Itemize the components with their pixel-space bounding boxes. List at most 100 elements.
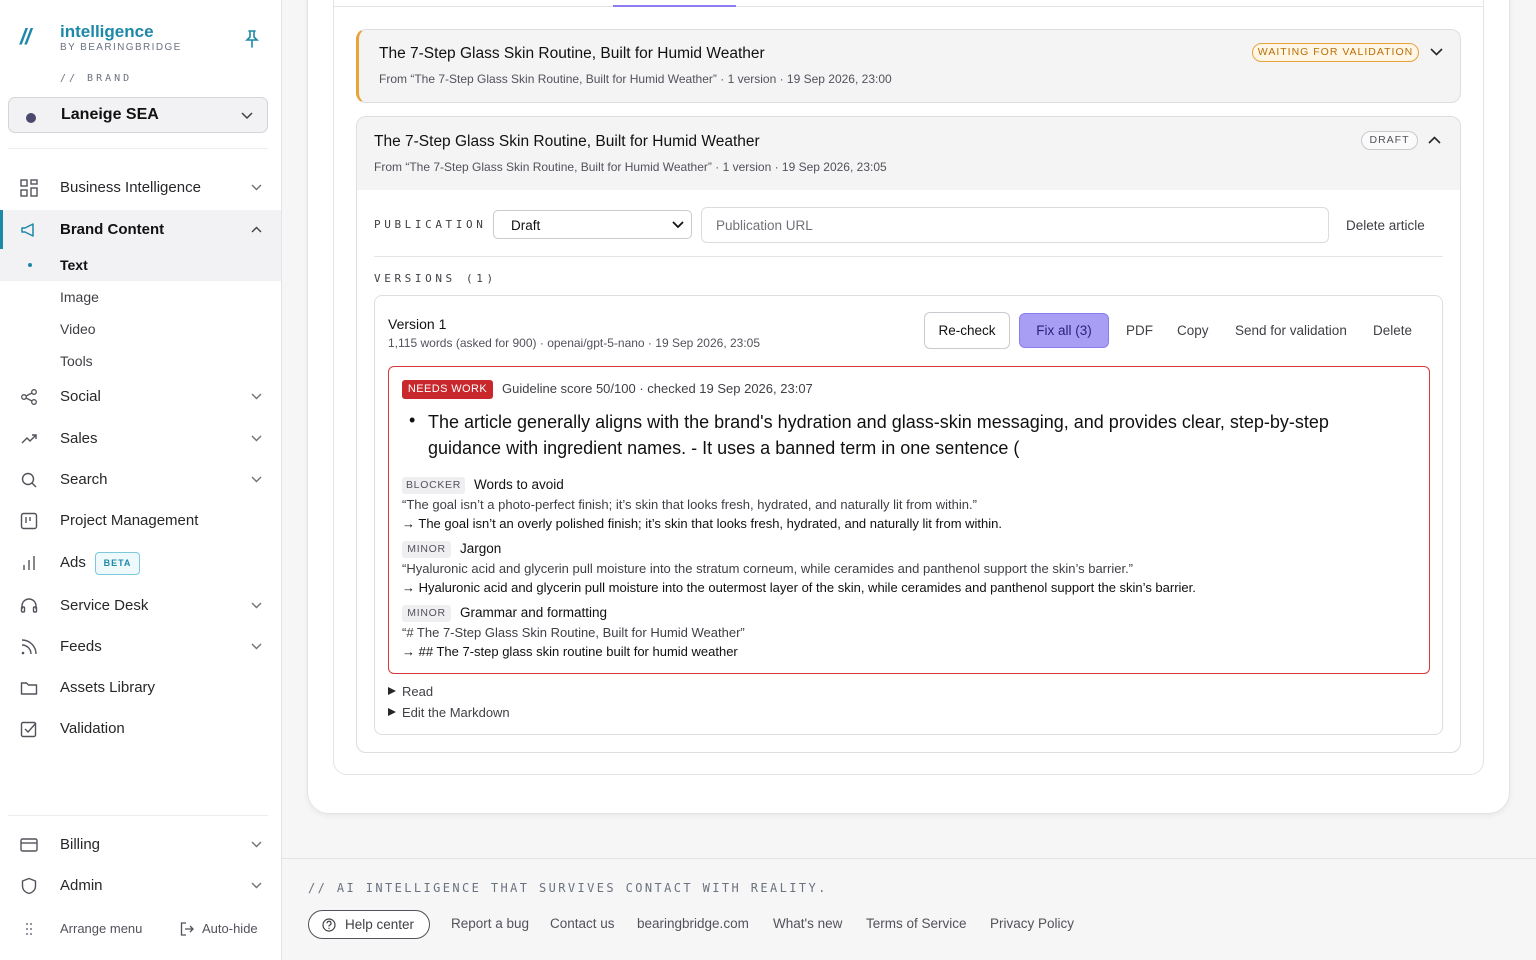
nav-social[interactable]: Social [0, 377, 281, 417]
subnav-image[interactable]: Image [0, 281, 281, 313]
copy-button[interactable]: Copy [1177, 323, 1209, 338]
nav-label: Admin [60, 877, 103, 894]
logout-icon [180, 922, 194, 936]
severity-badge: MINOR [402, 541, 451, 558]
status-badge: WAITING FOR VALIDATION [1252, 43, 1419, 62]
delete-article-button[interactable]: Delete article [1346, 218, 1425, 233]
nav-brand-content[interactable]: Brand Content [0, 210, 281, 250]
brand-selector[interactable]: Laneige SEA [8, 97, 268, 133]
publication-url-input[interactable] [701, 207, 1329, 243]
caret-right-icon [388, 687, 396, 695]
issue-name: Jargon [460, 541, 502, 556]
chevron-down-icon[interactable] [1430, 48, 1443, 56]
whats-new-link[interactable]: What's new [773, 916, 842, 931]
share-icon [21, 389, 37, 405]
nav-label: Feeds [60, 638, 102, 655]
subnav-label: Video [60, 321, 96, 337]
help-center-label: Help center [345, 917, 415, 932]
chevron-down-icon [251, 393, 262, 400]
edit-markdown-toggle[interactable]: Edit the Markdown [402, 705, 510, 720]
nav-label: Service Desk [60, 597, 149, 614]
issue-quote: “# The 7-Step Glass Skin Routine, Built … [402, 625, 745, 640]
version-title: Version 1 [388, 316, 447, 332]
checkbox-icon [20, 721, 37, 738]
nav-assets-library[interactable]: Assets Library [0, 668, 281, 708]
article-card[interactable]: The 7-Step Glass Skin Routine, Built for… [356, 29, 1461, 103]
subnav-text[interactable]: Text [0, 249, 281, 281]
subnav-tools[interactable]: Tools [0, 345, 281, 377]
select-value: Draft [511, 218, 541, 233]
subnav-video[interactable]: Video [0, 313, 281, 345]
credit-card-icon [20, 838, 38, 852]
divider [374, 256, 1443, 257]
website-link[interactable]: bearingbridge.com [637, 916, 749, 931]
article-meta: From “The 7-Step Glass Skin Routine, Bui… [374, 160, 887, 174]
recheck-button[interactable]: Re-check [924, 312, 1010, 349]
nav-label: Business Intelligence [60, 179, 201, 196]
subnav-label: Text [60, 257, 88, 273]
footer [282, 858, 1536, 960]
nav-ads[interactable]: Ads [0, 543, 281, 583]
versions-label: VERSIONS (1) [374, 272, 497, 285]
nav-label: Assets Library [60, 679, 156, 696]
pdf-button[interactable]: PDF [1126, 323, 1153, 338]
chevron-down-icon [251, 882, 262, 889]
nav-admin[interactable]: Admin [0, 866, 281, 906]
publication-status-select[interactable]: Draft [493, 210, 692, 239]
active-tab-indicator [613, 5, 736, 7]
terms-link[interactable]: Terms of Service [866, 916, 967, 931]
nav-service-desk[interactable]: Service Desk [0, 586, 281, 626]
logo[interactable]: // intelligence BY BEARINGBRIDGE [20, 22, 265, 58]
chevron-down-icon [251, 184, 262, 191]
auto-hide-button[interactable]: Auto-hide [202, 921, 258, 936]
nav-label: Billing [60, 836, 101, 853]
issue-quote: “Hyaluronic acid and glycerin pull moist… [402, 561, 1134, 576]
delete-version-button[interactable]: Delete [1373, 323, 1412, 338]
help-center-button[interactable]: Help center [308, 910, 430, 939]
send-for-validation-button[interactable]: Send for validation [1235, 323, 1347, 338]
contact-us-link[interactable]: Contact us [550, 916, 615, 931]
nav-billing[interactable]: Billing [0, 825, 281, 865]
help-circle-icon [322, 918, 336, 932]
nav-business-intelligence[interactable]: Business Intelligence [0, 168, 281, 208]
nav-label: Project Management [60, 512, 199, 529]
nav-search[interactable]: Search [0, 460, 281, 500]
beta-badge: BETA [95, 552, 140, 575]
logo-name: intelligence [60, 22, 154, 41]
headset-icon [20, 598, 38, 613]
nav-label: Brand Content [60, 221, 165, 238]
brand-section-label: // BRAND [60, 73, 133, 84]
rss-icon [21, 639, 37, 655]
needs-work-badge: NEEDS WORK [402, 380, 493, 399]
nav-label: Search [60, 471, 108, 488]
report-bug-link[interactable]: Report a bug [451, 916, 529, 931]
arrange-menu-button[interactable]: Arrange menu [60, 921, 142, 936]
nav-feeds[interactable]: Feeds [0, 627, 281, 667]
bullet-icon: • [409, 410, 416, 430]
chevron-down-icon [251, 476, 262, 483]
divider [8, 815, 268, 816]
chevron-up-icon[interactable] [1428, 136, 1441, 144]
fix-all-button[interactable]: Fix all (3) [1019, 313, 1109, 348]
nav-validation[interactable]: Validation [0, 709, 281, 749]
search-icon [21, 472, 37, 488]
subnav-label: Image [60, 289, 99, 305]
brand-dot-icon [26, 113, 36, 123]
pin-icon[interactable] [245, 30, 259, 48]
nav-project-management[interactable]: Project Management [0, 501, 281, 541]
nav-sales[interactable]: Sales [0, 419, 281, 459]
drag-handle-icon[interactable] [25, 922, 33, 936]
chevron-up-icon [251, 226, 262, 233]
logo-byline: BY BEARINGBRIDGE [60, 42, 182, 53]
grid-icon [20, 179, 38, 197]
shield-icon [21, 877, 37, 895]
read-toggle[interactable]: Read [402, 684, 433, 699]
privacy-link[interactable]: Privacy Policy [990, 916, 1074, 931]
guideline-score: Guideline score 50/100 · checked 19 Sep … [502, 381, 813, 396]
nav-label: Ads [60, 554, 86, 571]
folder-icon [20, 682, 38, 695]
article-meta: From “The 7-Step Glass Skin Routine, Bui… [379, 72, 892, 86]
chevron-down-icon [251, 841, 262, 848]
review-summary: The article generally aligns with the br… [428, 412, 1329, 458]
chevron-down-icon [251, 602, 262, 609]
